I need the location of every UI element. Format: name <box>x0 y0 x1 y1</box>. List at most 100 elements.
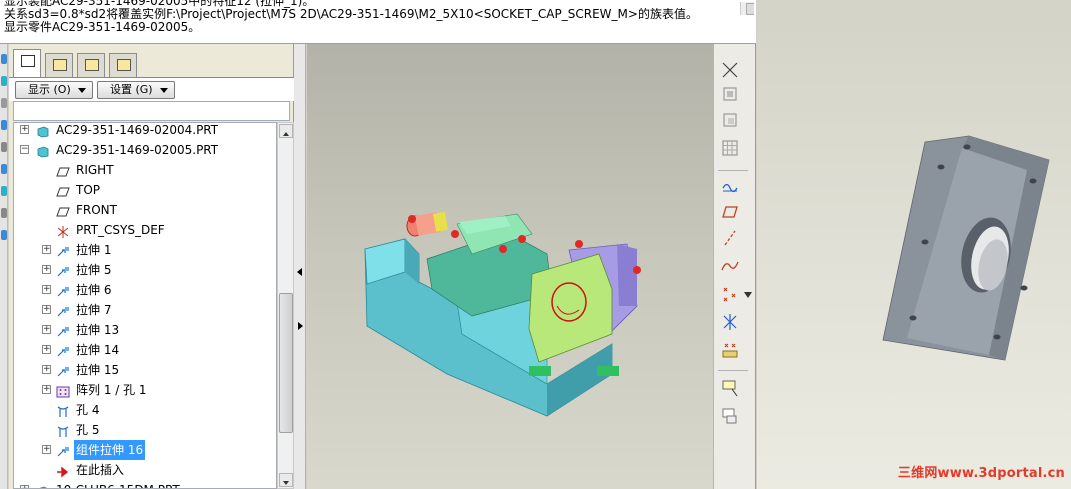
message-scrollbar[interactable] <box>740 2 754 15</box>
expand-icon[interactable]: + <box>42 265 51 274</box>
tree-item[interactable]: TOP <box>14 180 276 200</box>
expand-icon[interactable]: + <box>20 485 29 488</box>
tree-item-label: 阵列 1 / 孔 1 <box>76 383 147 397</box>
part-icon <box>36 484 50 488</box>
tree-item-label: 拉伸 15 <box>76 363 120 377</box>
expand-icon[interactable]: + <box>42 345 51 354</box>
tool-icon[interactable] <box>1 98 7 108</box>
panel-splitter[interactable] <box>294 44 306 489</box>
hole-icon <box>56 424 70 437</box>
tool-icon[interactable] <box>1 208 7 218</box>
expand-icon[interactable]: + <box>42 285 51 294</box>
analysis-icon[interactable] <box>720 340 740 360</box>
tree-item[interactable]: + 拉伸 14 <box>14 340 276 360</box>
tab-favorites[interactable] <box>77 53 105 77</box>
repaint-icon[interactable] <box>720 406 740 426</box>
view-orient-icon[interactable] <box>720 84 740 104</box>
grid-icon[interactable] <box>720 138 740 158</box>
tool-icon[interactable] <box>1 120 7 130</box>
layers-icon <box>53 59 67 71</box>
datum-point-tool-icon[interactable] <box>720 284 740 304</box>
graphics-viewport[interactable] <box>307 44 713 489</box>
expand-icon[interactable]: + <box>42 305 51 314</box>
tool-icon[interactable] <box>1 54 7 64</box>
scroll-up-button[interactable] <box>746 3 754 15</box>
tool-icon[interactable] <box>1 142 7 152</box>
message-line: 显示零件AC29-351-1469-02005。 <box>4 21 201 34</box>
tree-item[interactable]: 孔 5 <box>14 420 276 440</box>
chevron-down-icon <box>160 88 168 93</box>
left-toolbar <box>0 44 8 489</box>
tree-item-label: FRONT <box>76 203 117 217</box>
scroll-thumb[interactable] <box>279 293 293 433</box>
datum-plane-icon <box>56 204 70 217</box>
tree-item[interactable]: + AC29-351-1469-02004.PRT <box>14 123 276 140</box>
message-area: 显示装配AC29-351-1469-02005中的特征12 (拉伸_1)。 关系… <box>0 0 756 44</box>
tree-item-label: 孔 5 <box>76 423 100 437</box>
tab-layers[interactable] <box>45 53 73 77</box>
tree-item[interactable]: PRT_CSYS_DEF <box>14 220 276 240</box>
hole-icon <box>56 404 70 417</box>
csys-dropdown-icon[interactable] <box>720 60 740 80</box>
expand-icon[interactable]: + <box>20 125 29 134</box>
tree-item[interactable]: + 阵列 1 / 孔 1 <box>14 380 276 400</box>
note-icon[interactable] <box>720 378 740 398</box>
collapse-icon[interactable]: − <box>20 145 29 154</box>
tree-item-label: 拉伸 1 <box>76 243 112 257</box>
expand-icon[interactable]: + <box>42 445 51 454</box>
view-zoom-icon[interactable] <box>720 110 740 130</box>
tree-item[interactable]: + 拉伸 1 <box>14 240 276 260</box>
tree-item[interactable]: + 拉伸 5 <box>14 260 276 280</box>
model-tree-panel: 显示 (O) 设置 (G) + AC29-351-1469-02004.PRT − A… <box>9 44 294 489</box>
settings-dropdown[interactable]: 设置 (G) <box>97 81 175 99</box>
show-dropdown[interactable]: 显示 (O) <box>15 81 93 99</box>
tree-item-label: 孔 4 <box>76 403 100 417</box>
tree-item[interactable]: 孔 4 <box>14 400 276 420</box>
chevron-down-icon[interactable] <box>744 292 752 298</box>
message-line: 关系sd3=0.8*sd2将覆盖实例F:\Project\Project\M7S… <box>4 8 698 21</box>
tree-item[interactable]: + 拉伸 15 <box>14 360 276 380</box>
tool-icon[interactable] <box>1 164 7 174</box>
expand-icon[interactable]: + <box>42 325 51 334</box>
assembly-model <box>364 211 641 417</box>
tool-icon[interactable] <box>1 230 7 240</box>
expand-right-icon[interactable] <box>298 322 303 330</box>
datum-curve-tool-icon[interactable] <box>720 256 740 276</box>
tree-filter-input[interactable] <box>13 101 290 121</box>
tree-item[interactable]: FRONT <box>14 200 276 220</box>
tool-icon[interactable] <box>1 186 7 196</box>
tree-item-label: 组件拉伸 16 <box>74 440 146 460</box>
tree-item[interactable]: RIGHT <box>14 160 276 180</box>
datum-axis-tool-icon[interactable] <box>720 228 740 248</box>
expand-icon[interactable]: + <box>42 245 51 254</box>
datum-plane-tool-icon[interactable] <box>720 202 740 222</box>
tree-item[interactable]: + 拉伸 7 <box>14 300 276 320</box>
tree-item[interactable]: + 组件拉伸 16 <box>14 440 276 460</box>
tree-item[interactable]: − AC29-351-1469-02005.PRT <box>14 140 276 160</box>
expand-icon[interactable]: + <box>42 385 51 394</box>
tab-settings[interactable] <box>109 53 137 77</box>
tree-item[interactable]: + 拉伸 13 <box>14 320 276 340</box>
tool-icon[interactable] <box>1 76 7 86</box>
tree-scrollbar[interactable] <box>277 122 294 489</box>
csys-icon <box>56 224 70 238</box>
collapse-left-icon[interactable] <box>297 268 302 276</box>
tab-model-tree[interactable] <box>13 49 41 77</box>
model-tree: + AC29-351-1469-02004.PRT − AC29-351-1469-0… <box>13 122 277 489</box>
tree-item[interactable]: 在此插入 <box>14 460 276 480</box>
scroll-up-button[interactable] <box>279 124 293 138</box>
tree-item-label: 拉伸 13 <box>76 323 120 337</box>
model-tree-icon <box>21 55 35 67</box>
tree-item-label: 拉伸 7 <box>76 303 112 317</box>
extrude-icon <box>56 344 70 357</box>
datum-plane-icon <box>56 184 70 197</box>
tree-item[interactable]: + 拉伸 6 <box>14 280 276 300</box>
message-line: 显示装配AC29-351-1469-02005中的特征12 (拉伸_1)。 <box>4 0 315 8</box>
tree-item-label: PRT_CSYS_DEF <box>76 223 165 237</box>
scroll-down-button[interactable] <box>279 473 293 487</box>
sketch-curve-icon[interactable] <box>720 176 740 196</box>
expand-icon[interactable]: + <box>42 365 51 374</box>
tree-item[interactable]: +10-CLUB6-15DM.PRT <box>14 480 276 488</box>
insert-here-icon <box>56 464 70 478</box>
datum-csys-tool-icon[interactable] <box>720 312 740 332</box>
